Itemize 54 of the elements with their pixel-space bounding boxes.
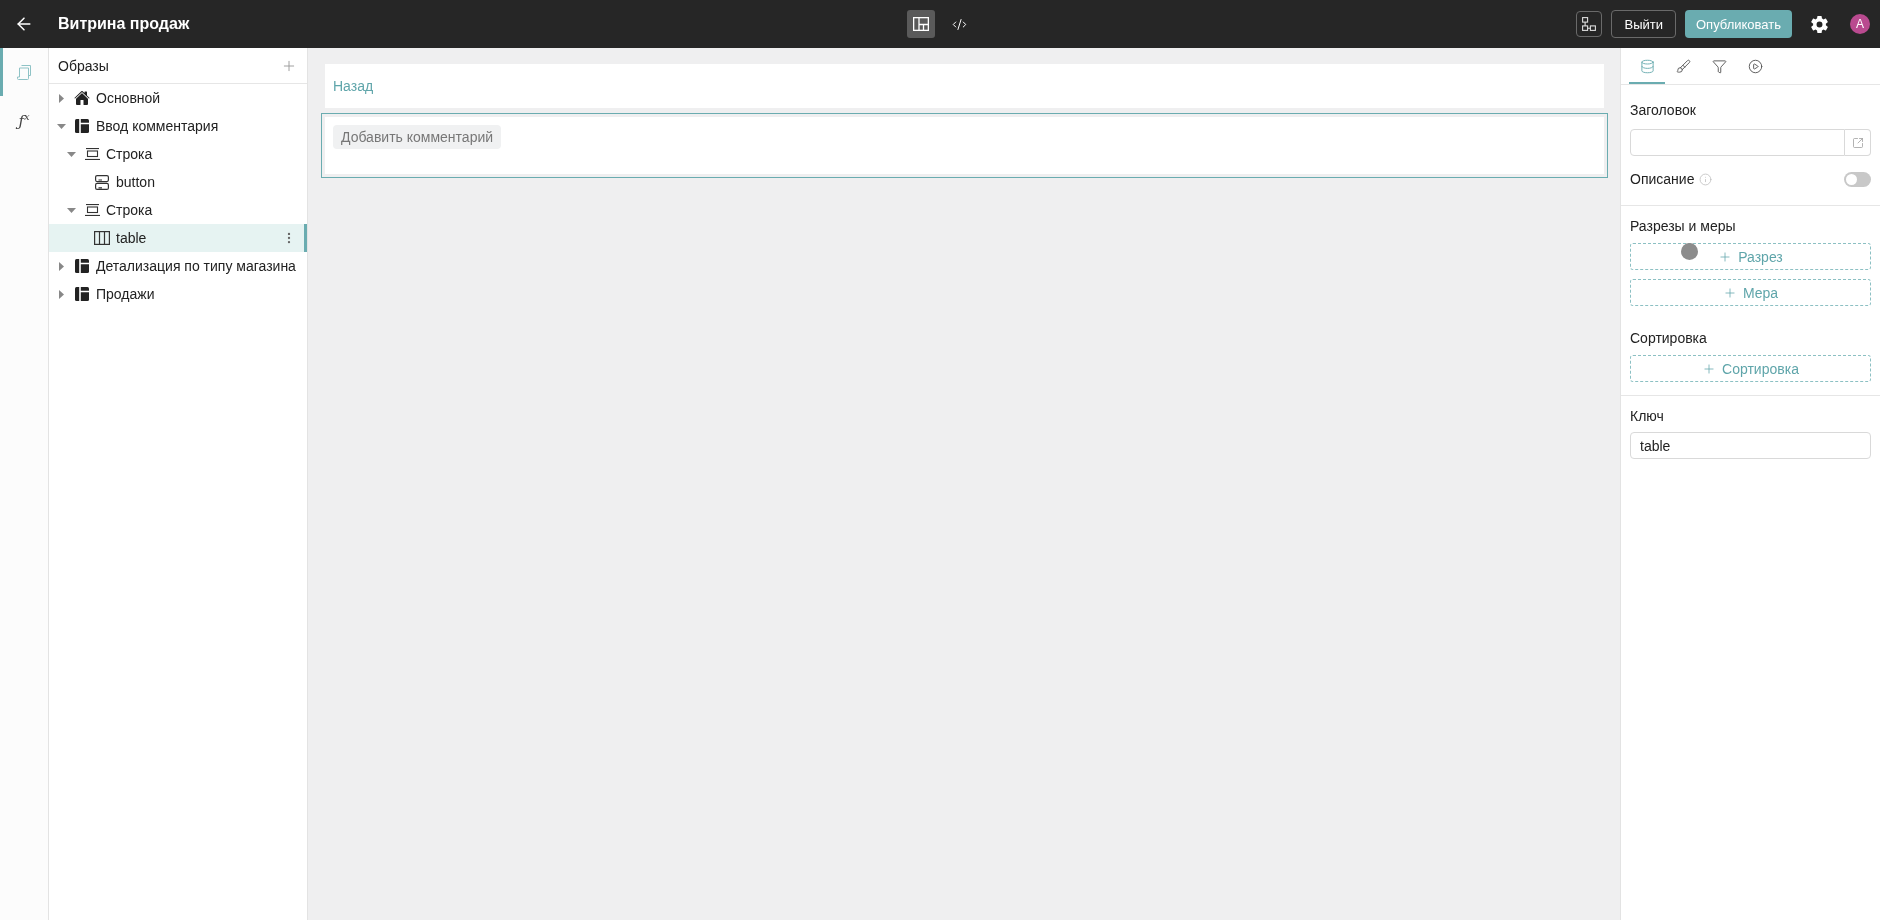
tree-item[interactable]: Детализация по типу магазина xyxy=(49,252,307,280)
exit-button[interactable]: Выйти xyxy=(1611,10,1676,38)
caret-icon[interactable] xyxy=(66,151,76,157)
external-link-icon xyxy=(1851,136,1864,149)
block-card[interactable]: Добавить комментарий xyxy=(321,113,1608,178)
stacked-rows-icon xyxy=(95,174,109,190)
filter-icon xyxy=(1711,58,1727,74)
code-icon xyxy=(951,16,967,32)
row-layout-icon xyxy=(84,148,100,160)
tree-item[interactable]: Строка xyxy=(49,196,307,224)
page-layout-icon xyxy=(75,287,89,301)
open-editor-button[interactable] xyxy=(1845,129,1871,156)
caret-icon[interactable] xyxy=(66,207,76,213)
structure-button[interactable] xyxy=(1576,11,1603,37)
settings-icon xyxy=(1809,14,1829,34)
tree-item[interactable]: Продажи xyxy=(49,280,307,308)
hierarchy-icon xyxy=(1582,17,1597,31)
plus-icon xyxy=(1718,249,1733,264)
tree-item[interactable]: Строка xyxy=(49,140,307,168)
table-columns-icon xyxy=(94,231,110,245)
field-label: Описание xyxy=(1630,171,1695,187)
pages-icon xyxy=(17,64,31,80)
tree-item[interactable]: button xyxy=(49,168,307,196)
plus-icon xyxy=(1702,361,1717,376)
play-icon xyxy=(1747,58,1763,74)
app-title: Витрина продаж xyxy=(58,15,190,33)
description-toggle[interactable] xyxy=(1844,171,1871,187)
brush-icon xyxy=(1675,58,1691,74)
page-layout-icon xyxy=(75,119,89,133)
caret-icon[interactable] xyxy=(56,123,66,129)
database-icon xyxy=(1639,58,1655,74)
section-title: Сортировка xyxy=(1630,329,1707,347)
caret-icon[interactable] xyxy=(58,261,64,271)
tree-item[interactable]: Основной xyxy=(49,84,307,112)
plus-icon xyxy=(1722,285,1737,300)
page-layout-icon xyxy=(75,259,89,273)
title-input[interactable] xyxy=(1630,129,1845,156)
caret-icon[interactable] xyxy=(58,289,64,299)
tree-item[interactable]: table xyxy=(49,224,307,252)
home-icon xyxy=(74,90,90,106)
field-label: Ключ xyxy=(1630,407,1664,425)
tree-item[interactable]: Ввод комментария xyxy=(49,112,307,140)
formula-tab[interactable]: ƒ$^{x}$ xyxy=(0,96,48,144)
user-avatar[interactable]: A xyxy=(1850,14,1870,34)
layout-icon xyxy=(913,17,929,31)
field-label: Заголовок xyxy=(1630,101,1696,119)
section-title: Разрезы и меры xyxy=(1630,217,1736,235)
key-input[interactable]: table xyxy=(1630,432,1871,459)
layout-view-button[interactable] xyxy=(907,10,935,38)
panel-title: Образы xyxy=(58,57,109,74)
caret-icon[interactable] xyxy=(58,93,64,103)
settings-button[interactable] xyxy=(1809,14,1829,34)
add-comment-button[interactable]: Добавить комментарий xyxy=(333,125,502,149)
row-layout-icon xyxy=(84,204,100,216)
